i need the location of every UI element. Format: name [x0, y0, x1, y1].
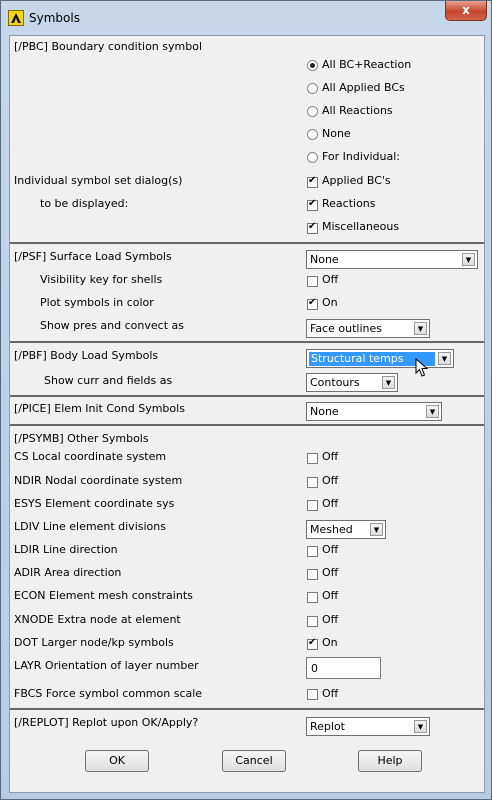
layr-value: 0: [311, 662, 318, 675]
psymb-header: [/PSYMB] Other Symbols: [14, 432, 149, 445]
ansys-logo-icon: [8, 10, 24, 26]
replot-value: Replot: [310, 720, 345, 733]
cancel-button[interactable]: Cancel: [222, 750, 286, 772]
individual-dialog-label-2: to be displayed:: [40, 197, 129, 210]
pbf-header: [/PBF] Body Load Symbols: [14, 349, 159, 362]
pbc-option-label: All Applied BCs: [322, 81, 405, 94]
miscellaneous-label: Miscellaneous: [322, 220, 400, 233]
window-title: Symbols: [29, 11, 80, 25]
psymb-row-label: LDIV Line element divisions: [14, 520, 166, 533]
xnode-checkbox[interactable]: [307, 616, 318, 627]
dot-checkbox[interactable]: [307, 637, 318, 650]
individual-dialog-label: Individual symbol set dialog(s): [14, 174, 183, 187]
pbc-radio-all-bc-reaction[interactable]: [307, 60, 318, 71]
replot-dropdown[interactable]: Replot ▼: [306, 717, 430, 736]
esys-state: Off: [322, 497, 339, 510]
show-curr-label: Show curr and fields as: [44, 374, 173, 387]
esys-checkbox[interactable]: [307, 500, 318, 511]
ndir-checkbox[interactable]: [307, 477, 318, 488]
layr-input[interactable]: 0: [306, 657, 381, 679]
mouse-pointer-icon: [415, 358, 429, 377]
psymb-row-label: LAYR Orientation of layer number: [14, 659, 199, 672]
chevron-down-icon: ▼: [414, 720, 427, 733]
psymb-row-label: NDIR Nodal coordinate system: [14, 474, 183, 487]
psymb-row-label: XNODE Extra node at element: [14, 613, 181, 626]
section-divider: [10, 341, 484, 343]
psymb-row-label: ECON Element mesh constraints: [14, 589, 193, 602]
plot-color-checkbox[interactable]: [307, 297, 318, 310]
title-bar[interactable]: Symbols x: [1, 1, 491, 35]
pbc-radio-all-applied[interactable]: [307, 83, 318, 94]
reactions-checkbox[interactable]: [307, 198, 318, 211]
chevron-down-icon: ▼: [462, 253, 475, 266]
chevron-down-icon: ▼: [370, 523, 383, 536]
ldir-state: Off: [322, 543, 339, 556]
pbc-option-label: None: [322, 127, 351, 140]
fbcs-state: Off: [322, 687, 339, 700]
show-curr-value: Contours: [310, 376, 360, 389]
applied-bcs-checkbox[interactable]: [307, 175, 318, 188]
show-curr-dropdown[interactable]: Contours ▼: [306, 373, 398, 392]
visibility-key-state: Off: [322, 273, 339, 286]
ldiv-dropdown[interactable]: Meshed ▼: [306, 520, 386, 539]
pbc-radio-all-reactions[interactable]: [307, 106, 318, 117]
visibility-key-checkbox[interactable]: [307, 276, 318, 287]
pbc-header: [/PBC] Boundary condition symbol: [14, 40, 203, 53]
chevron-down-icon: ▼: [382, 376, 395, 389]
pice-dropdown[interactable]: None ▼: [306, 402, 442, 421]
psymb-row-label: CS Local coordinate system: [14, 450, 167, 463]
miscellaneous-checkbox[interactable]: [307, 221, 318, 234]
section-divider: [10, 242, 484, 244]
pbc-option-label: All BC+Reaction: [322, 58, 412, 71]
fbcs-checkbox[interactable]: [307, 689, 318, 700]
psymb-row-label: ESYS Element coordinate sys: [14, 497, 175, 510]
section-divider: [10, 395, 484, 397]
replot-header: [/REPLOT] Replot upon OK/Apply?: [14, 716, 199, 729]
close-icon: x: [462, 3, 470, 17]
adir-state: Off: [322, 566, 339, 579]
ok-button[interactable]: OK: [85, 750, 149, 772]
psymb-row-label: LDIR Line direction: [14, 543, 118, 556]
cs-checkbox[interactable]: [307, 453, 318, 464]
section-divider: [10, 424, 484, 426]
dialog-body: [/PBC] Boundary condition symbol All BC+…: [9, 35, 485, 793]
psf-dropdown-value: None: [310, 253, 339, 266]
close-button[interactable]: x: [445, 1, 487, 21]
chevron-down-icon: ▼: [438, 352, 451, 365]
pice-dropdown-value: None: [310, 405, 339, 418]
pbc-radio-for-individual[interactable]: [307, 152, 318, 163]
adir-checkbox[interactable]: [307, 569, 318, 580]
pbc-option-label: For Individual:: [322, 150, 400, 163]
chevron-down-icon: ▼: [426, 405, 439, 418]
psf-dropdown[interactable]: None ▼: [306, 250, 478, 269]
help-button[interactable]: Help: [358, 750, 422, 772]
econ-checkbox[interactable]: [307, 592, 318, 603]
reactions-label: Reactions: [322, 197, 376, 210]
psf-header: [/PSF] Surface Load Symbols: [14, 250, 172, 263]
symbols-dialog: Symbols x [/PBC] Boundary condition symb…: [0, 0, 492, 800]
ldir-checkbox[interactable]: [307, 546, 318, 557]
dot-state: On: [322, 636, 338, 649]
pbc-option-label: All Reactions: [322, 104, 393, 117]
psymb-row-label: FBCS Force symbol common scale: [14, 687, 203, 700]
ldiv-value: Meshed: [310, 523, 353, 536]
cs-state: Off: [322, 450, 339, 463]
show-pres-dropdown[interactable]: Face outlines ▼: [306, 319, 430, 338]
pice-header: [/PICE] Elem Init Cond Symbols: [14, 402, 185, 415]
pbc-radio-none[interactable]: [307, 129, 318, 140]
visibility-key-label: Visibility key for shells: [40, 273, 163, 286]
show-pres-value: Face outlines: [310, 322, 382, 335]
pbf-dropdown[interactable]: Structural temps ▼: [306, 349, 454, 368]
plot-color-state: On: [322, 296, 338, 309]
econ-state: Off: [322, 589, 339, 602]
chevron-down-icon: ▼: [414, 322, 427, 335]
applied-bcs-label: Applied BC's: [322, 174, 391, 187]
psymb-row-label: ADIR Area direction: [14, 566, 122, 579]
psymb-row-label: DOT Larger node/kp symbols: [14, 636, 174, 649]
show-pres-label: Show pres and convect as: [40, 319, 184, 332]
section-divider: [10, 708, 484, 710]
xnode-state: Off: [322, 613, 339, 626]
ndir-state: Off: [322, 474, 339, 487]
plot-color-label: Plot symbols in color: [40, 296, 154, 309]
